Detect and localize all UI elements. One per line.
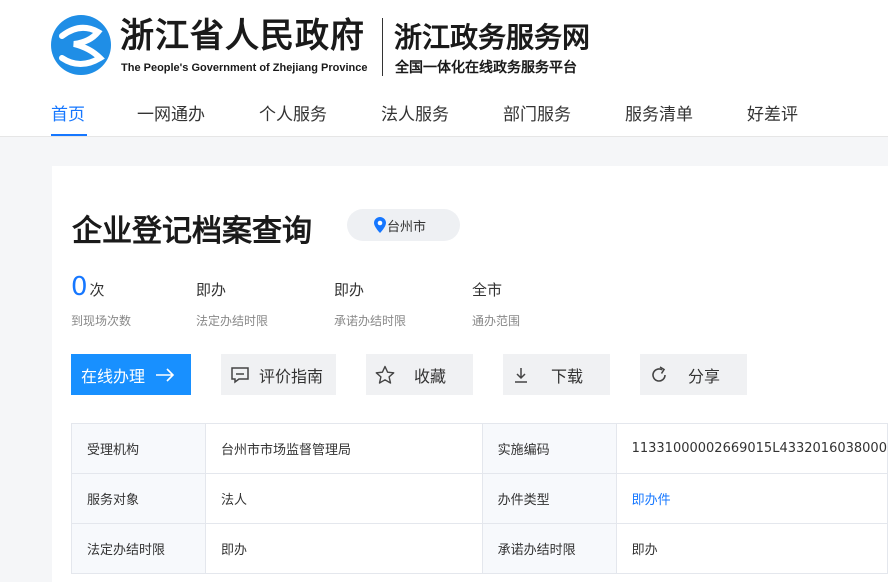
share-icon [652,365,666,382]
header-divider [382,18,383,76]
stat-legal-limit-value: 即办 [196,281,227,299]
table-row: 受理机构 台州市市场监督管理局 实施编码 11331000002669015L4… [71,423,888,474]
nav-active-indicator [51,134,87,136]
nav-item-service-list[interactable]: 服务清单 [625,100,693,125]
table-cell-value: 11331000002669015L4332016038000 [615,423,888,474]
main-nav: 首页 一网通办 个人服务 法人服务 部门服务 服务清单 好差评 [0,92,888,136]
nav-item-personal[interactable]: 个人服务 [259,100,327,125]
download-icon [515,367,527,383]
stat-legal-limit-label: 法定办结时限 [196,314,269,328]
nav-item-one-network[interactable]: 一网通办 [137,100,205,125]
portal-title[interactable]: 浙江政务服务网 [394,16,590,56]
table-cell-value: 即办 [204,523,483,574]
table-cell-key: 承诺办结时限 [481,523,617,574]
comment-icon [231,366,249,383]
download-label: 下载 [551,366,584,386]
nav-item-home[interactable]: 首页 [51,100,85,125]
guide-label: 评价指南 [259,366,324,386]
share-button[interactable]: 分享 [640,354,747,395]
nav-item-department[interactable]: 部门服务 [503,100,571,125]
stat-visits: 0次 到现场次数 [71,270,131,329]
service-card: 企业登记档案查询 台州市 0次 到现场次数 即办 法定办结时限 即办 承诺办结时… [52,166,888,582]
stat-scope: 全市 通办范围 [472,270,520,329]
download-button[interactable]: 下载 [503,354,610,395]
table-cell-key: 服务对象 [71,473,206,524]
stat-visits-number: 0 [71,272,88,302]
location-label: 台州市 [387,219,427,235]
table-cell-key: 办件类型 [481,473,617,524]
stat-promised-limit: 即办 承诺办结时限 [334,270,406,329]
stat-promised-limit-label: 承诺办结时限 [334,314,407,328]
favorite-button[interactable]: 收藏 [366,354,473,395]
online-apply-button[interactable]: 在线办理 [71,354,191,395]
location-pin-icon [374,217,386,233]
star-icon [375,365,395,384]
location-badge[interactable]: 台州市 [347,209,460,241]
table-cell-value: 即办 [615,523,888,574]
stat-scope-value: 全市 [472,281,503,299]
stat-legal-limit: 即办 法定办结时限 [196,270,268,329]
table-row: 服务对象 法人 办件类型 即办件 [71,473,888,524]
nav-item-rating[interactable]: 好差评 [747,100,798,125]
table-cell-value: 法人 [204,473,483,524]
table-cell-key: 实施编码 [481,423,617,474]
zhejiang-gov-logo-icon[interactable] [50,14,112,76]
table-row: 法定办结时限 即办 承诺办结时限 即办 [71,523,888,574]
arrow-right-icon [156,367,175,382]
online-apply-label: 在线办理 [81,366,146,386]
nav-item-legal-person[interactable]: 法人服务 [381,100,449,125]
page-title: 企业登记档案查询 [72,214,312,249]
stat-promised-limit-value: 即办 [334,281,365,299]
guide-button[interactable]: 评价指南 [221,354,336,395]
portal-subtitle: 全国一体化在线政务服务平台 [395,60,577,76]
case-type-link[interactable]: 即办件 [615,473,888,524]
favorite-label: 收藏 [414,366,447,386]
service-info-table: 受理机构 台州市市场监督管理局 实施编码 11331000002669015L4… [71,423,888,574]
table-cell-value: 台州市市场监督管理局 [204,423,483,474]
stat-visits-unit: 次 [89,281,105,299]
table-cell-key: 法定办结时限 [71,523,206,574]
gov-name-cn: 浙江省人民政府 [120,16,365,56]
share-label: 分享 [688,366,721,386]
stat-visits-label: 到现场次数 [71,314,132,328]
stat-scope-label: 通办范围 [472,314,521,328]
site-header: 浙江省人民政府 The People's Government of Zheji… [0,0,888,137]
gov-name-en: The People's Government of Zhejiang Prov… [121,62,368,74]
table-cell-key: 受理机构 [71,423,206,474]
